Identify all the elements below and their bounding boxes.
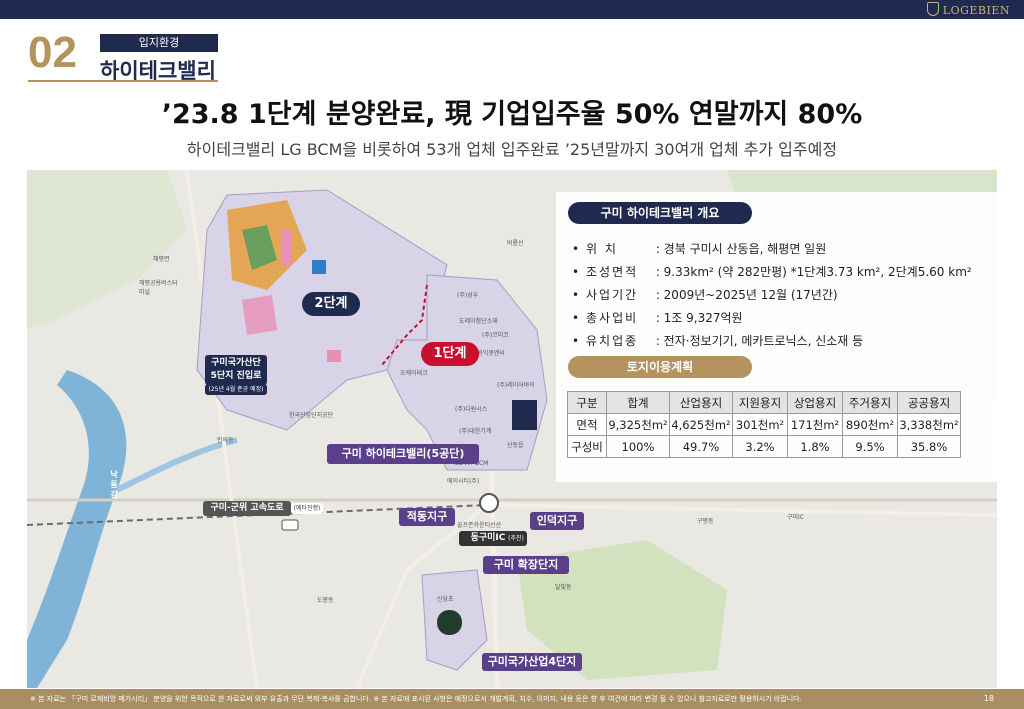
map-label: 인의동 xyxy=(217,437,234,444)
table-header-row: 구분 합계 산업용지 지원용지 상업용지 주거용지 공공용지 xyxy=(567,391,961,414)
map-label: 구미IC xyxy=(787,514,804,521)
phase2-label: 2단계 xyxy=(302,292,360,316)
map-label: (주)성우 xyxy=(457,292,479,299)
overview-row: • 조성면적 : 9.33km² (약 282만평) *1단계3.73 km², … xyxy=(572,265,972,279)
land-use-table: 구분 합계 산업용지 지원용지 상업용지 주거용지 공공용지 면적 9,325천… xyxy=(567,391,961,458)
hitech5-label: 구미 하이테크밸리(5공단) xyxy=(327,444,479,464)
industrial5-entry-label: 구미국가산단 5단지 진입로 xyxy=(205,355,267,385)
crest-icon xyxy=(926,2,939,16)
map-label: (주)다원시스 xyxy=(455,406,488,413)
bullet-icon: • xyxy=(572,242,580,256)
subheadline: 하이테크밸리 LG BCM을 비롯하여 53개 업체 입주완료 ’25년말까지 … xyxy=(186,140,838,159)
bullet-icon: • xyxy=(572,288,580,302)
brand-logo: LOGEBIEN xyxy=(926,2,1010,17)
overview-panel: 구미 하이테크밸리 개요 • 위 치 : 경북 구미시 산동읍, 해평면 일원 •… xyxy=(556,192,997,482)
map-label: (주)코미코 xyxy=(482,332,509,339)
expansion-label: 구미 확장단지 xyxy=(483,556,569,574)
table-row: 구성비 100% 49.7% 3.2% 1.8% 9.5% 35.8% xyxy=(567,435,961,458)
bullet-icon: • xyxy=(572,334,580,348)
overview-list: • 위 치 : 경북 구미시 산동읍, 해평면 일원 • 조성면적 : 9.33km… xyxy=(572,240,972,355)
section-tag: 입지환경 xyxy=(100,34,218,52)
overview-row: • 위 치 : 경북 구미시 산동읍, 해평면 일원 xyxy=(572,242,827,256)
map-label: 오케이테크 xyxy=(400,370,428,377)
map-label: 도레이첨단소재 xyxy=(459,318,498,325)
overview-title: 구미 하이테크밸리 개요 xyxy=(568,202,752,224)
overview-row: • 사업기간 : 2009년~2025년 12월 (17년간) xyxy=(572,288,838,302)
phase1-label: 1단계 xyxy=(421,342,479,366)
map-label: 구평동 xyxy=(697,518,714,525)
overview-row: • 유치업종 : 전자·정보기기, 메카트로닉스, 신소재 등 xyxy=(572,334,864,348)
highway-label: 구미-군위 고속도로 xyxy=(203,501,291,516)
table-row: 면적 9,325천m² 4,625천m² 301천m² 171천m² 890천m… xyxy=(567,413,961,436)
map-label: 해평면 xyxy=(153,256,170,263)
map-label: 달빛동 xyxy=(555,584,572,591)
map-label: 도봉동 xyxy=(317,597,334,604)
page-number: 18 xyxy=(983,694,994,703)
footer-disclaimer: ※ 본 자료는 「구미 로제비앙 메가시티」 분양을 위한 목적으로 한 자료로… xyxy=(30,695,802,703)
bullet-icon: • xyxy=(572,265,580,279)
map-label: (주)레이어바이 xyxy=(497,382,535,389)
map-label: (주)대한기계 xyxy=(459,428,492,435)
footer: ※ 본 자료는 「구미 로제비앙 메가시티」 분양을 위한 목적으로 한 자료로… xyxy=(0,689,1024,709)
map-label: 해평공용버스터미널 xyxy=(139,280,178,296)
map-label: 골프존카운티선산 xyxy=(457,522,502,529)
land-use-title: 토지이용계획 xyxy=(568,356,752,378)
headline: ’23.8 1단계 분양완료, 現 기업입주율 50% 연말까지 80% xyxy=(161,99,863,130)
map-label: 에이시티(주) xyxy=(447,478,480,485)
map-label: 신당초 xyxy=(437,596,454,603)
river-label: 낙동강 xyxy=(110,470,118,499)
top-bar: LOGEBIEN xyxy=(0,0,1024,19)
overview-row: • 총사업비 : 1조 9,327억원 xyxy=(572,311,743,325)
section-underline xyxy=(28,80,218,82)
bullet-icon: • xyxy=(572,311,580,325)
industrial5-entry-note: (25년 4월 준공 예정) xyxy=(205,384,267,395)
indeok-label: 인덕지구 xyxy=(530,512,584,530)
map-label: 산동읍 xyxy=(507,442,524,449)
jeokdong-label: 적동지구 xyxy=(399,508,455,526)
highway-note: (예타진행) xyxy=(291,503,323,514)
dongtgumi-ic-note: (추진) xyxy=(505,531,527,546)
map-label: 비룡산 xyxy=(507,240,524,247)
map-label: 한국산업단지공단 xyxy=(289,412,334,419)
industrial4-label: 구미국가산업4단지 xyxy=(482,653,582,671)
section-number: 02 xyxy=(28,28,77,77)
